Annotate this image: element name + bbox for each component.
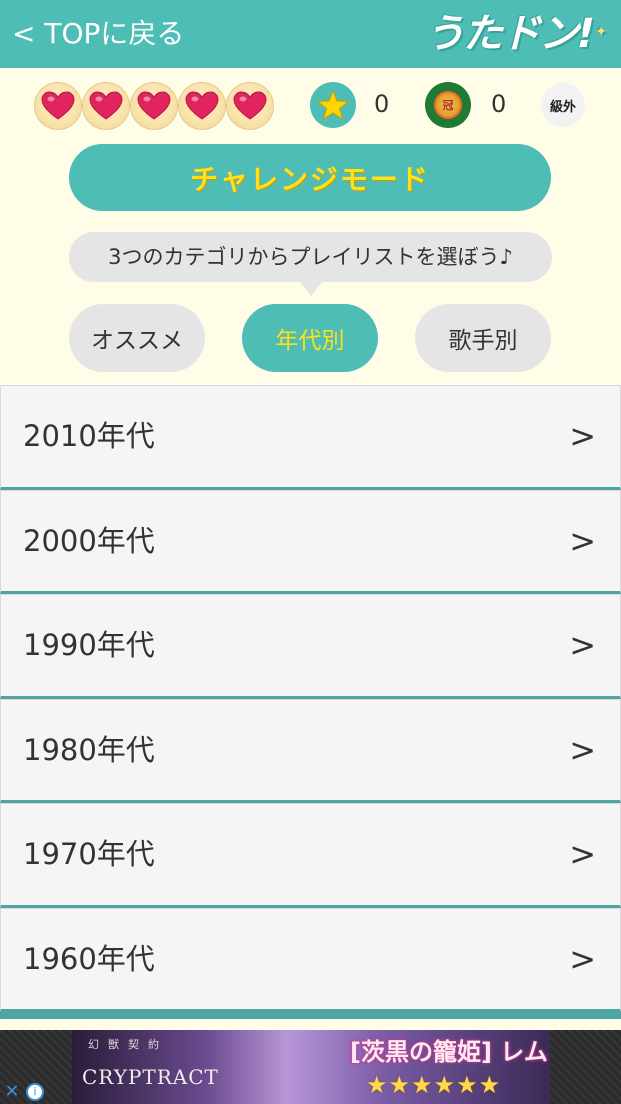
ad-logo: CRYPTRACT: [82, 1065, 219, 1089]
list-item-1960s[interactable]: 1960年代 >: [0, 907, 621, 1012]
sparkle-icon: ✦: [595, 24, 607, 40]
tab-by-artist[interactable]: 歌手別: [415, 304, 551, 372]
list-divider: [0, 1012, 621, 1019]
chevron-right-icon: >: [569, 626, 596, 664]
list-item-2010s[interactable]: 2010年代 >: [0, 385, 621, 490]
back-to-top-link[interactable]: < TOPに戻る: [12, 12, 184, 56]
life-hearts: [34, 82, 274, 130]
heart-icon: [130, 82, 178, 130]
star-count: 0: [374, 90, 390, 118]
list-item-1990s[interactable]: 1990年代 >: [0, 594, 621, 699]
ad-banner[interactable]: 幻獣契約 CRYPTRACT [茨黒の籠姫] レム ★★★★★★: [0, 1030, 621, 1104]
medal-count: 0: [491, 90, 507, 118]
medal-center: 冠: [434, 91, 462, 119]
tab-by-era[interactable]: 年代別: [242, 304, 378, 372]
list-item-1970s[interactable]: 1970年代 >: [0, 803, 621, 908]
heart-icon: [34, 82, 82, 130]
chevron-right-icon: >: [569, 417, 596, 455]
chevron-right-icon: >: [569, 730, 596, 769]
chevron-right-icon: >: [569, 939, 596, 978]
chevron-right-icon: >: [569, 521, 596, 560]
ad-info-icon[interactable]: i: [26, 1083, 44, 1101]
utadon-logo: うたドン! ✦: [424, 8, 607, 60]
tab-recommended[interactable]: オススメ: [69, 304, 205, 372]
status-bar: 0 冠 0 級外: [0, 78, 621, 134]
list-item-1980s[interactable]: 1980年代 >: [0, 698, 621, 803]
list-item-label: 1960年代: [23, 941, 155, 976]
category-hint-tooltip: 3つのカテゴリからプレイリストを選ぼう♪: [69, 232, 552, 282]
list-item-label: 1970年代: [23, 837, 155, 871]
list-item-label: 2010年代: [23, 419, 155, 453]
list-item-label: 1980年代: [23, 732, 155, 767]
star-icon: [310, 82, 356, 128]
ad-logo-subtitle: 幻獣契約: [88, 1038, 168, 1051]
list-item-2000s[interactable]: 2000年代 >: [0, 489, 621, 594]
rank-badge: 級外: [541, 83, 585, 127]
chevron-right-icon: >: [569, 835, 596, 873]
heart-icon: [82, 82, 130, 130]
challenge-mode-button[interactable]: チャレンジモード: [69, 144, 551, 211]
list-item-label: 2000年代: [23, 523, 155, 558]
app-header: < TOPに戻る うたドン! ✦: [0, 0, 621, 68]
heart-icon: [226, 82, 274, 130]
heart-icon: [178, 82, 226, 130]
list-item-label: 1990年代: [23, 628, 155, 662]
tooltip-pointer: [300, 282, 322, 296]
logo-text: うたドン!: [424, 11, 595, 57]
ad-close-icon[interactable]: ✕: [2, 1082, 22, 1102]
medal-icon: 冠: [425, 82, 471, 128]
era-list: 2010年代 > 2000年代 > 1990年代 > 1980年代 > 1970…: [0, 385, 621, 1012]
ad-title: [茨黒の籠姫] レム: [350, 1038, 548, 1066]
ad-rating-stars: ★★★★★★: [366, 1071, 502, 1099]
